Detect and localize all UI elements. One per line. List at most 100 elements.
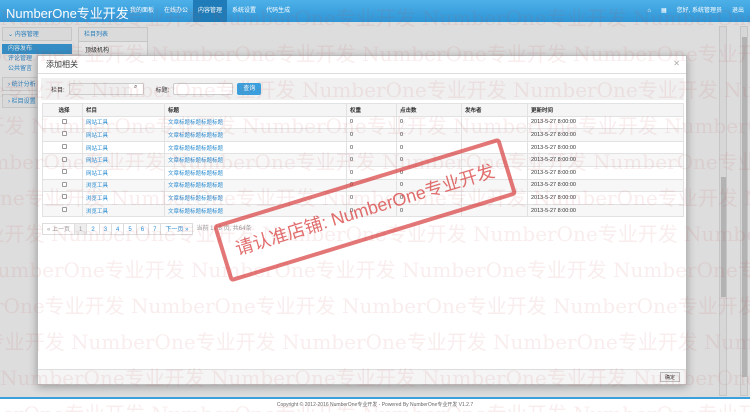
- cell-author: [461, 165, 528, 180]
- row-checkbox[interactable]: [42, 153, 83, 167]
- row-checkbox[interactable]: [42, 178, 83, 193]
- cell-hits: 0: [396, 165, 462, 180]
- cell-title[interactable]: 文章标题标题标题标题: [164, 178, 347, 193]
- column-label: 栏目:: [51, 87, 65, 94]
- cell-column[interactable]: 浏览工具: [82, 191, 165, 205]
- cell-updated: 2013-5-27 8:00:00: [527, 178, 684, 193]
- page-7[interactable]: 7: [148, 223, 162, 235]
- cell-updated: 2013-5-27 8:00:00: [527, 128, 684, 142]
- row-checkbox[interactable]: [42, 191, 83, 205]
- user-greeting[interactable]: 您好, 系统管理员: [677, 0, 722, 22]
- cell-column[interactable]: 网站工具: [82, 128, 165, 142]
- cell-hits: 0: [396, 153, 462, 167]
- page-6[interactable]: 6: [135, 223, 150, 235]
- cell-title[interactable]: 文章标题标题标题标题: [164, 153, 347, 167]
- table-row[interactable]: 网站工具 文章标题标题标题标题 0 0 2013-5-27 8:00:00: [42, 165, 684, 180]
- cell-column[interactable]: 网站工具: [82, 165, 165, 180]
- cell-author: [461, 153, 528, 167]
- ok-button[interactable]: 确定: [659, 372, 680, 382]
- cell-weight: 0: [346, 115, 397, 130]
- cell-hits: 0: [396, 128, 462, 142]
- logout-link[interactable]: 退出: [732, 0, 744, 22]
- menu-content[interactable]: 内容管理: [193, 0, 228, 22]
- cell-updated: 2013-5-27 8:00:00: [527, 165, 684, 180]
- col-title: 标题: [164, 103, 347, 117]
- grid-icon[interactable]: ▦: [661, 0, 667, 22]
- cell-author: [461, 115, 528, 130]
- row-checkbox[interactable]: [42, 165, 83, 180]
- cell-updated: 2013-5-27 8:00:00: [527, 115, 684, 130]
- cell-title[interactable]: 文章标题标题标题标题: [164, 203, 347, 218]
- title-input[interactable]: [173, 83, 234, 95]
- cell-column[interactable]: 网站工具: [82, 153, 165, 167]
- table-row[interactable]: 网站工具 文章标题标题标题标题 0 0 2013-5-27 8:00:00: [42, 128, 684, 142]
- search-bar: 栏目: ⌕ 标题: 查询: [41, 78, 684, 100]
- cell-title[interactable]: 文章标题标题标题标题: [164, 140, 347, 155]
- cell-weight: 0: [346, 153, 397, 167]
- table-row[interactable]: 浏览工具 文章标题标题标题标题 0 0 2013-5-27 8:00:00: [42, 191, 684, 205]
- cell-hits: 0: [396, 115, 462, 130]
- table-row[interactable]: 网站工具 文章标题标题标题标题 0 0 2013-5-27 8:00:00: [42, 140, 684, 155]
- cell-author: [461, 140, 528, 155]
- dialog-footer: 确定: [38, 369, 686, 384]
- article-table: 选择 栏目 标题 权重 点击数 发布者 更新时间 网站工具 文章标题标题标题标题 0…: [42, 103, 684, 218]
- close-icon[interactable]: ✕: [673, 59, 680, 68]
- cell-author: [461, 128, 528, 142]
- table-row[interactable]: 网站工具 文章标题标题标题标题 0 0 2013-5-27 8:00:00: [42, 115, 684, 130]
- page-info: 当前 1 / 8 页, 共64条: [196, 226, 252, 232]
- cell-hits: 0: [396, 178, 462, 193]
- table-row[interactable]: 浏览工具 文章标题标题标题标题 0 0 2013-5-27 8:00:00: [42, 178, 684, 193]
- footer-copyright: Copyright © 2012-2016 NumberOne专业开发 - Po…: [0, 397, 750, 412]
- cell-weight: 0: [346, 140, 397, 155]
- next-page[interactable]: 下一页 »: [160, 223, 194, 235]
- cell-title[interactable]: 文章标题标题标题标题: [164, 115, 347, 130]
- page-1[interactable]: 1: [74, 223, 88, 235]
- row-checkbox[interactable]: [42, 203, 83, 218]
- cell-author: [461, 203, 528, 218]
- title-label: 标题:: [155, 87, 170, 94]
- cell-title[interactable]: 文章标题标题标题标题: [164, 165, 347, 180]
- page-4[interactable]: 4: [111, 223, 125, 235]
- cell-column[interactable]: 网站工具: [82, 140, 165, 155]
- page-3[interactable]: 3: [98, 223, 113, 235]
- main-menu: 我的面板 在线办公 内容管理 系统设置 代码生成: [125, 0, 295, 22]
- menu-settings[interactable]: 系统设置: [227, 0, 261, 22]
- dialog-title: 添加相关: [38, 56, 686, 74]
- cell-updated: 2013-5-27 8:00:00: [527, 191, 684, 205]
- search-icon[interactable]: ⌕: [128, 84, 143, 94]
- cell-column[interactable]: 浏览工具: [82, 203, 165, 218]
- cell-hits: 0: [396, 191, 462, 205]
- row-checkbox[interactable]: [42, 128, 83, 142]
- prev-page[interactable]: « 上一页: [42, 223, 76, 235]
- cell-weight: 0: [346, 203, 397, 218]
- cell-hits: 0: [396, 140, 462, 155]
- menu-office[interactable]: 在线办公: [159, 0, 193, 22]
- cell-title[interactable]: 文章标题标题标题标题: [164, 128, 347, 142]
- cell-column[interactable]: 网站工具: [82, 115, 165, 130]
- table-row[interactable]: 浏览工具 文章标题标题标题标题 0 0 2013-5-27 8:00:00: [42, 203, 684, 218]
- col-updated: 更新时间: [527, 103, 684, 117]
- cell-hits: 0: [396, 203, 462, 218]
- cell-updated: 2013-5-27 8:00:00: [527, 203, 684, 218]
- cell-title[interactable]: 文章标题标题标题标题: [164, 191, 347, 205]
- menu-dashboard[interactable]: 我的面板: [125, 0, 159, 22]
- row-checkbox[interactable]: [42, 115, 83, 130]
- page-5[interactable]: 5: [123, 223, 137, 235]
- top-navbar: NumberOne专业开发 我的面板 在线办公 内容管理 系统设置 代码生成 ⌂…: [0, 0, 750, 22]
- col-hits: 点击数: [396, 103, 462, 117]
- cell-column[interactable]: 浏览工具: [82, 178, 165, 193]
- query-button[interactable]: 查询: [237, 83, 262, 95]
- menu-codegen[interactable]: 代码生成: [261, 0, 295, 22]
- add-related-dialog: 添加相关 ✕ 栏目: ⌕ 标题: 查询 选择 栏目 标题 权重 点击数 发布者 …: [37, 55, 687, 385]
- row-checkbox[interactable]: [42, 140, 83, 155]
- pagination: « 上一页 1 2 3 4 5 6 7 下一页 » 当前 1 / 8 页, 共6…: [42, 223, 254, 235]
- column-select[interactable]: ⌕: [68, 83, 144, 95]
- home-icon[interactable]: ⌂: [647, 0, 651, 22]
- col-select: 选择: [42, 103, 83, 117]
- cell-author: [461, 191, 528, 205]
- brand-logo[interactable]: NumberOne专业开发: [6, 3, 129, 22]
- cell-weight: 0: [346, 165, 397, 180]
- cell-updated: 2013-5-27 8:00:00: [527, 140, 684, 155]
- page-2[interactable]: 2: [86, 223, 100, 235]
- table-row[interactable]: 网站工具 文章标题标题标题标题 0 0 2013-5-27 8:00:00: [42, 153, 684, 167]
